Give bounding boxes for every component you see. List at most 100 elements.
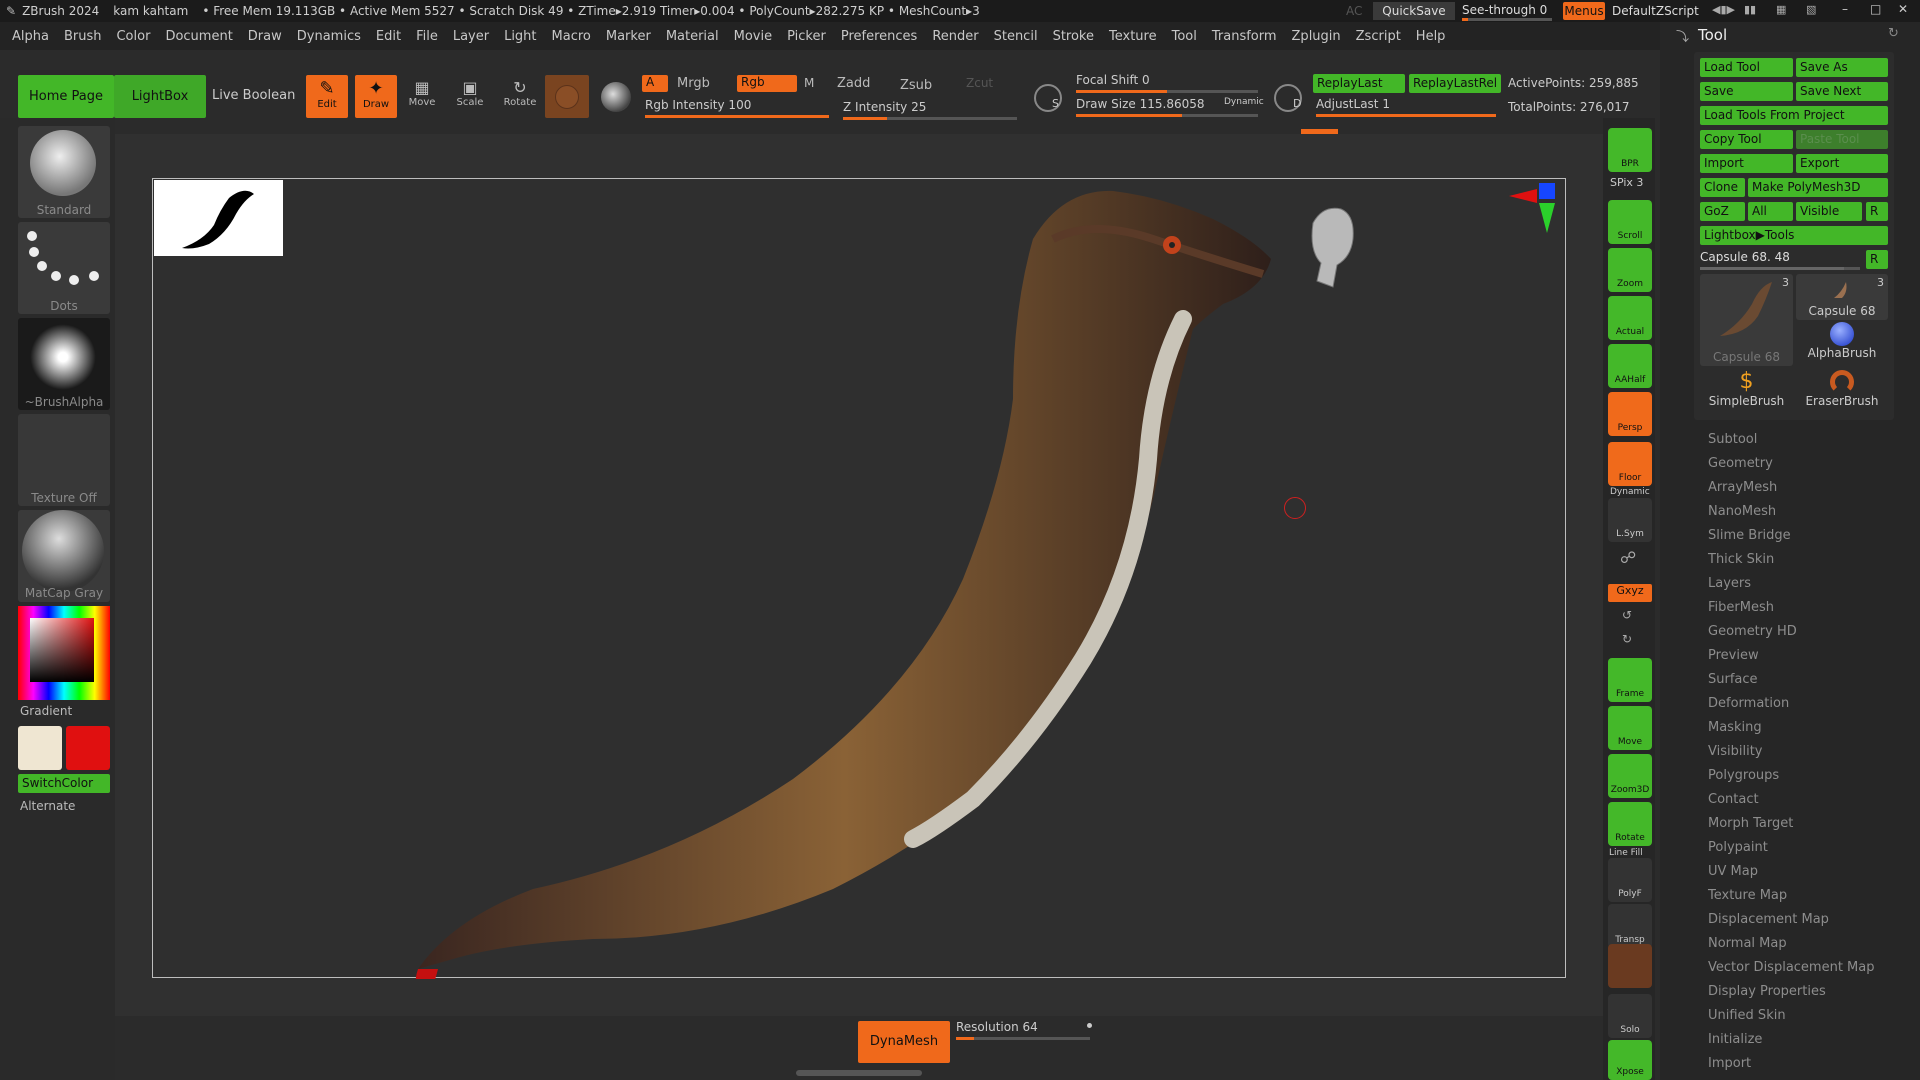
subpalette-preview[interactable]: Preview bbox=[1708, 648, 1759, 663]
menu-zplugin[interactable]: Zplugin bbox=[1292, 29, 1341, 44]
tool-palette-title[interactable]: Tool bbox=[1698, 26, 1727, 44]
rotate-z-icon[interactable]: ↻ bbox=[1622, 632, 1632, 646]
transp-button[interactable]: Transp bbox=[1608, 904, 1652, 948]
rotate-view-button[interactable]: Rotate bbox=[1608, 802, 1652, 846]
close-icon[interactable]: ✕ bbox=[1898, 2, 1908, 16]
live-boolean-toggle[interactable]: Live Boolean bbox=[212, 88, 295, 103]
menu-movie[interactable]: Movie bbox=[734, 29, 772, 44]
scale-button[interactable]: ▣ Scale bbox=[452, 78, 488, 116]
floor-button[interactable]: Floor bbox=[1608, 442, 1652, 486]
rgb-intensity-slider[interactable]: Rgb Intensity 100 bbox=[645, 98, 831, 118]
menu-help[interactable]: Help bbox=[1416, 29, 1446, 44]
aahalf-button[interactable]: AAHalf bbox=[1608, 344, 1652, 388]
dynamic-toggle[interactable]: Dynamic bbox=[1224, 97, 1264, 107]
home-page-button[interactable]: Home Page bbox=[18, 75, 114, 118]
menu-document[interactable]: Document bbox=[165, 29, 232, 44]
focal-shift-slider[interactable]: Focal Shift 0 bbox=[1076, 73, 1260, 93]
texture-sphere-icon[interactable] bbox=[601, 82, 631, 112]
orientation-head-icon[interactable] bbox=[1303, 203, 1359, 289]
subpalette-morph-target[interactable]: Morph Target bbox=[1708, 816, 1793, 831]
menu-brush[interactable]: Brush bbox=[64, 29, 102, 44]
subpalette-visibility[interactable]: Visibility bbox=[1708, 744, 1762, 759]
resolution-slider[interactable]: Resolution 64 bbox=[956, 1020, 1092, 1040]
maximize-icon[interactable]: □ bbox=[1870, 2, 1881, 16]
color-picker[interactable] bbox=[18, 606, 110, 700]
make-polymesh3d-button[interactable]: Make PolyMesh3D bbox=[1748, 178, 1888, 197]
subpalette-displacement-map[interactable]: Displacement Map bbox=[1708, 912, 1829, 927]
load-tools-from-project-button[interactable]: Load Tools From Project bbox=[1700, 106, 1888, 125]
menu-stencil[interactable]: Stencil bbox=[994, 29, 1038, 44]
gradient-label[interactable]: Gradient bbox=[20, 704, 72, 718]
tool-palette-reset-icon[interactable]: ↻ bbox=[1888, 26, 1899, 41]
layout-arrows-icon[interactable]: ◀▮▶ bbox=[1712, 3, 1735, 16]
layout2-icon[interactable]: ▧ bbox=[1806, 3, 1816, 16]
subpalette-geometry-hd[interactable]: Geometry HD bbox=[1708, 624, 1797, 639]
spix-slider[interactable]: SPix 3 bbox=[1610, 176, 1643, 189]
color-square[interactable] bbox=[30, 618, 94, 682]
subpalette-unified-skin[interactable]: Unified Skin bbox=[1708, 1008, 1786, 1023]
subpalette-fibermesh[interactable]: FiberMesh bbox=[1708, 600, 1774, 615]
tool-tile-capsule[interactable]: 3 Capsule 68 bbox=[1796, 274, 1888, 320]
zsub-toggle[interactable]: Zsub bbox=[900, 78, 932, 93]
a-toggle[interactable]: A bbox=[642, 75, 668, 92]
goz-visible-button[interactable]: Visible bbox=[1796, 202, 1862, 221]
draw-button[interactable]: ✦ Draw bbox=[355, 75, 397, 118]
menu-tool[interactable]: Tool bbox=[1172, 29, 1197, 44]
lsym-button[interactable]: L.Sym bbox=[1608, 498, 1652, 542]
secondary-color-swatch[interactable] bbox=[66, 726, 110, 770]
subpalette-slime-bridge[interactable]: Slime Bridge bbox=[1708, 528, 1791, 543]
menu-material[interactable]: Material bbox=[666, 29, 719, 44]
subpalette-nanomesh[interactable]: NanoMesh bbox=[1708, 504, 1776, 519]
subpalette-import[interactable]: Import bbox=[1708, 1056, 1751, 1071]
subpalette-thick-skin[interactable]: Thick Skin bbox=[1708, 552, 1774, 567]
primary-color-swatch[interactable] bbox=[18, 726, 62, 770]
zcut-toggle[interactable]: Zcut bbox=[966, 76, 993, 90]
menu-macro[interactable]: Macro bbox=[552, 29, 591, 44]
minimize-icon[interactable]: – bbox=[1842, 2, 1848, 16]
lightbox-button[interactable]: LightBox bbox=[114, 75, 206, 118]
split-view-icon[interactable]: ▮▮ bbox=[1744, 3, 1756, 16]
switch-color-button[interactable]: SwitchColor bbox=[18, 774, 110, 793]
menu-file[interactable]: File bbox=[416, 29, 438, 44]
menu-preferences[interactable]: Preferences bbox=[841, 29, 917, 44]
menu-draw[interactable]: Draw bbox=[248, 29, 282, 44]
polyf-button[interactable]: PolyF bbox=[1608, 858, 1652, 902]
default-zscript-button[interactable]: DefaultZScript bbox=[1612, 2, 1700, 20]
menu-alpha[interactable]: Alpha bbox=[12, 29, 49, 44]
persp-button[interactable]: Persp bbox=[1608, 392, 1652, 436]
move-view-button[interactable]: Move bbox=[1608, 706, 1652, 750]
menu-picker[interactable]: Picker bbox=[787, 29, 826, 44]
subpalette-subtool[interactable]: Subtool bbox=[1708, 432, 1757, 447]
menu-dynamics[interactable]: Dynamics bbox=[297, 29, 361, 44]
save-as-button[interactable]: Save As bbox=[1796, 58, 1888, 77]
subpalette-masking[interactable]: Masking bbox=[1708, 720, 1762, 735]
ghost-button[interactable] bbox=[1608, 944, 1652, 988]
xyz-button[interactable]: Gxyz bbox=[1608, 584, 1652, 602]
tool-tile-eraserbrush[interactable]: EraserBrush bbox=[1796, 370, 1888, 416]
subpalette-arraymesh[interactable]: ArrayMesh bbox=[1708, 480, 1777, 495]
menus-toggle[interactable]: Menus bbox=[1563, 2, 1605, 20]
menu-light[interactable]: Light bbox=[504, 29, 536, 44]
save-next-button[interactable]: Save Next bbox=[1796, 82, 1888, 101]
subpalette-polygroups[interactable]: Polygroups bbox=[1708, 768, 1779, 783]
material-swatch[interactable] bbox=[545, 75, 589, 118]
paste-tool-button[interactable]: Paste Tool bbox=[1796, 130, 1888, 149]
lock-icon[interactable]: ☍ bbox=[1620, 548, 1636, 567]
copy-tool-button[interactable]: Copy Tool bbox=[1700, 130, 1793, 149]
dynamesh-button[interactable]: DynaMesh bbox=[858, 1021, 950, 1063]
zoom3d-button[interactable]: Zoom3D bbox=[1608, 754, 1652, 798]
alternate-button[interactable]: Alternate bbox=[20, 799, 75, 813]
lightbox-tools-button[interactable]: Lightbox▶Tools bbox=[1700, 226, 1888, 245]
document-canvas[interactable] bbox=[152, 178, 1567, 979]
worm-model[interactable] bbox=[153, 179, 1567, 979]
quicksave-button[interactable]: QuickSave bbox=[1373, 2, 1455, 20]
see-through-slider[interactable]: See-through 0 bbox=[1462, 2, 1554, 21]
subpalette-geometry[interactable]: Geometry bbox=[1708, 456, 1773, 471]
goz-button[interactable]: GoZ bbox=[1700, 202, 1745, 221]
export-button[interactable]: Export bbox=[1796, 154, 1888, 173]
move-button[interactable]: ▦ Move bbox=[404, 78, 440, 116]
subpalette-polypaint[interactable]: Polypaint bbox=[1708, 840, 1768, 855]
tool-tile-alphabrush[interactable]: AlphaBrush bbox=[1796, 322, 1888, 366]
adjust-last-slider[interactable]: AdjustLast 1 bbox=[1316, 97, 1498, 117]
subpalette-normal-map[interactable]: Normal Map bbox=[1708, 936, 1787, 951]
